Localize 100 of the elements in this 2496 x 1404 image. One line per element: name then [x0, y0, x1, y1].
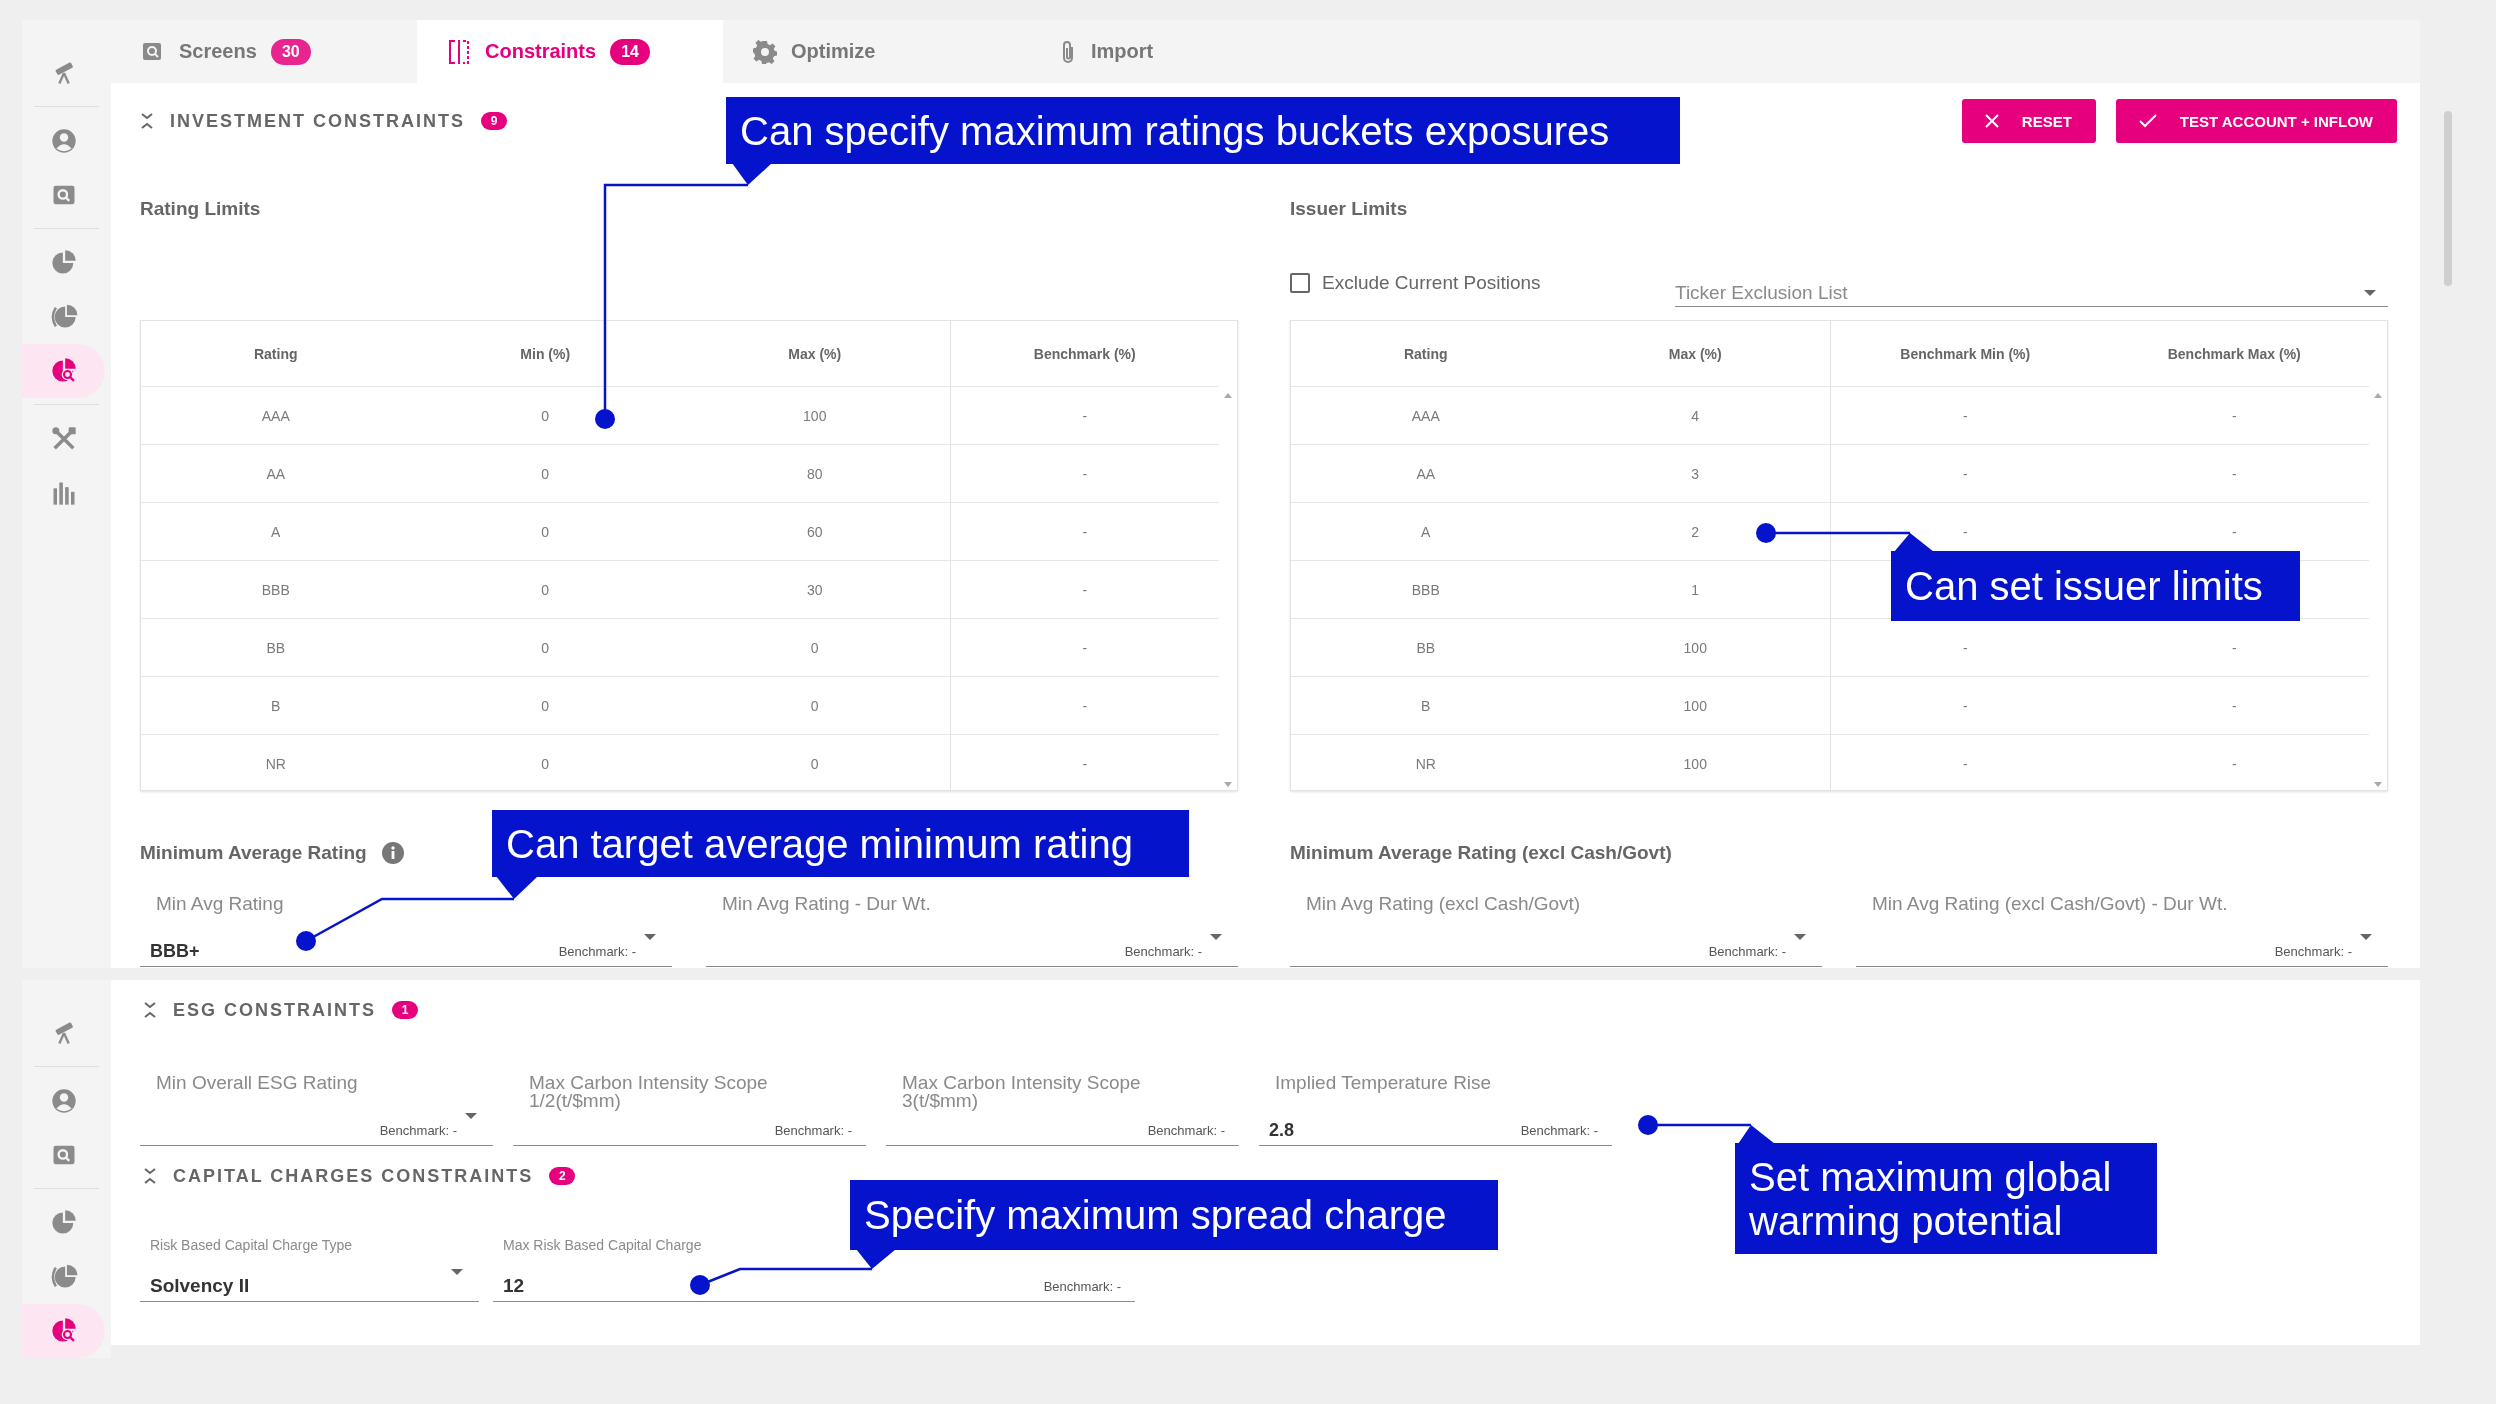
table-cell: NR	[1291, 735, 1561, 790]
benchmark-text: Benchmark: -	[1708, 943, 1787, 959]
table-cell: 80	[680, 445, 950, 503]
telescope-icon	[54, 1022, 73, 1045]
pie-search-icon	[51, 1318, 76, 1342]
field-value: 12	[503, 1275, 525, 1297]
collapse-icon[interactable]	[143, 1167, 157, 1185]
info-icon[interactable]	[380, 841, 405, 865]
benchmark-text: Benchmark: -	[1147, 1122, 1225, 1138]
subsection-title: Minimum Average Rating (excl Cash/Govt)	[1290, 842, 1672, 864]
count-badge: 30	[270, 38, 311, 65]
table-cell: -	[2099, 735, 2369, 790]
dropdown-field[interactable]: Risk Based Capital Charge Type Solvency II	[140, 1236, 479, 1302]
tab[interactable]: Screens 30	[111, 20, 417, 83]
table-cell: AAA	[1291, 387, 1561, 445]
subsection-title: Issuer Limits	[1290, 198, 1408, 220]
field-value: BBB+	[150, 940, 200, 962]
column-header: Rating	[1291, 321, 1561, 387]
field-label: Min Avg Rating (excl Cash/Govt)	[1305, 895, 1582, 913]
dropdown-field[interactable]: Min Avg Rating - Dur Wt. Benchmark: -	[706, 895, 1238, 967]
table-cell: 0	[680, 619, 950, 677]
field-label: Implied Temperature Rise	[1274, 1074, 1493, 1092]
scroll-up-icon[interactable]	[2374, 393, 2382, 398]
collapse-icon[interactable]	[140, 112, 154, 130]
scroll-up-icon[interactable]	[1224, 393, 1232, 398]
table-cell: -	[949, 387, 1219, 445]
table-cell: 0	[410, 445, 680, 503]
table-cell: 0	[680, 677, 950, 735]
field-label: Max Carbon Intensity Scope 1/2(t/$mm)	[528, 1074, 769, 1110]
sidebar-item[interactable]	[22, 344, 105, 398]
table-cell: 0	[410, 561, 680, 619]
table-cell: A	[1291, 503, 1561, 561]
field-label: Min Avg Rating	[155, 895, 285, 913]
column-header: Benchmark Min (%)	[1830, 321, 2100, 387]
field-label: Min Avg Rating - Dur Wt.	[721, 895, 932, 913]
field-value: 2.8	[1269, 1119, 1295, 1141]
table-cell: -	[2099, 677, 2369, 735]
dropdown-caret-icon	[1794, 934, 1806, 940]
table-cell: BB	[1291, 619, 1561, 677]
tab[interactable]: Optimize	[723, 20, 1029, 83]
table-cell: -	[949, 503, 1219, 561]
sidebar-item[interactable]	[22, 1304, 105, 1358]
tab[interactable]: Constraints 14	[417, 20, 723, 83]
bar-chart-icon	[53, 482, 74, 505]
dropdown-caret-icon	[465, 1113, 477, 1119]
benchmark-text: Benchmark: -	[1043, 1278, 1121, 1294]
input-field[interactable]: Implied Temperature Rise 2.8 Benchmark: -	[1259, 1074, 1612, 1146]
table-cell: -	[949, 619, 1219, 677]
pie-chart-icon	[51, 1264, 77, 1288]
scrollbar[interactable]	[2444, 111, 2452, 286]
check-icon	[2137, 113, 2158, 129]
search-icon	[53, 1145, 74, 1165]
table-cell: -	[2099, 387, 2369, 445]
table-cell: 0	[410, 677, 680, 735]
input-field[interactable]: Max Carbon Intensity Scope 3(t/$mm) Benchmark: -	[886, 1074, 1239, 1146]
benchmark-text: Benchmark: -	[1124, 943, 1203, 959]
benchmark-text: Benchmark: -	[2274, 943, 2353, 959]
telescope-icon	[54, 62, 73, 85]
search-icon	[53, 185, 74, 205]
dropdown-caret-icon	[1210, 934, 1222, 940]
table-cell: -	[1830, 387, 2100, 445]
table-cell: 0	[680, 735, 950, 790]
field-label: Min Avg Rating (excl Cash/Govt) - Dur Wt.	[1871, 895, 2229, 913]
benchmark-text: Benchmark: -	[1520, 1122, 1598, 1138]
reset-button[interactable]: RESET	[1961, 99, 2096, 143]
collapse-icon[interactable]	[143, 1001, 157, 1019]
count-badge: 2	[549, 1167, 576, 1185]
table-cell: -	[949, 677, 1219, 735]
columns-icon	[447, 38, 471, 65]
table-cell: AAA	[141, 387, 411, 445]
scroll-down-icon[interactable]	[1224, 782, 1232, 787]
table-cell: 60	[680, 503, 950, 561]
subsection-title: Minimum Average Rating	[140, 842, 367, 864]
table-cell: A	[141, 503, 411, 561]
subsection-title: Rating Limits	[140, 198, 261, 220]
count-badge: 1	[392, 1001, 418, 1019]
test-account-button[interactable]: TEST ACCOUNT + INFLOW	[2115, 99, 2397, 143]
tab[interactable]: Import	[1029, 20, 1335, 83]
table-cell: 100	[1560, 619, 1830, 677]
checkbox[interactable]	[1290, 273, 1310, 293]
table-cell: BBB	[141, 561, 411, 619]
count-badge: 9	[481, 112, 507, 130]
user-icon	[51, 1089, 76, 1113]
dropdown-field[interactable]: Min Avg Rating (excl Cash/Govt) Benchmark: -	[1290, 895, 1822, 967]
input-field[interactable]: Max Carbon Intensity Scope 1/2(t/$mm) Benchmark: -	[513, 1074, 866, 1146]
close-icon	[1983, 113, 2000, 129]
field-label: Min Overall ESG Rating	[155, 1074, 359, 1092]
user-icon	[51, 129, 76, 153]
table-cell: 30	[680, 561, 950, 619]
dropdown-caret-icon	[644, 934, 656, 940]
table-cell: 1	[1560, 561, 1830, 619]
table-cell: 0	[410, 619, 680, 677]
dropdown-field[interactable]: Min Overall ESG Rating Benchmark: -	[140, 1074, 493, 1146]
checkbox-label: Exclude Current Positions	[1322, 272, 1541, 294]
table-cell: 0	[410, 503, 680, 561]
column-header: Max (%)	[1560, 321, 1830, 387]
pie-chart-icon	[51, 304, 77, 328]
dropdown-field[interactable]: Min Avg Rating (excl Cash/Govt) - Dur Wt. Benchmark: -	[1856, 895, 2388, 967]
scroll-down-icon[interactable]	[2374, 782, 2382, 787]
section-title: INVESTMENT CONSTRAINTS	[170, 110, 465, 132]
